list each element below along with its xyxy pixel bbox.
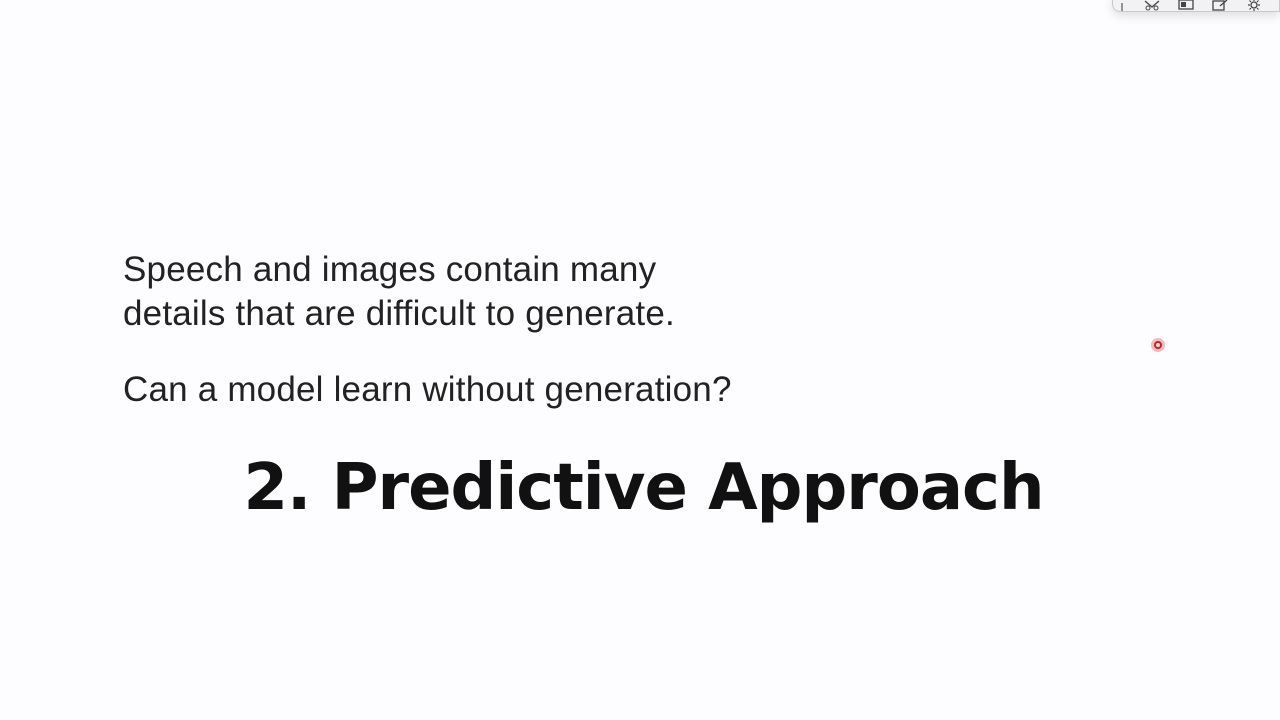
slide-text-line-1: Speech and images contain many [123, 250, 657, 289]
laser-pointer [1151, 338, 1165, 352]
scissors-icon[interactable] [1143, 0, 1161, 11]
slide: Speech and images contain many details t… [0, 0, 1280, 720]
slide-title: 2. Predictive Approach [243, 451, 1045, 525]
presenter-toolbar [1112, 0, 1280, 12]
slide-text-line-2: details that are difficult to generate. [123, 294, 675, 333]
screen-icon[interactable] [1177, 0, 1195, 11]
edit-icon[interactable] [1211, 0, 1229, 11]
slide-text-block: Speech and images contain many details t… [123, 248, 823, 336]
settings-icon[interactable] [1245, 0, 1263, 11]
arrow-icon[interactable] [1119, 0, 1125, 11]
slide-question: Can a model learn without generation? [123, 370, 732, 409]
laser-pointer-dot [1154, 341, 1162, 349]
